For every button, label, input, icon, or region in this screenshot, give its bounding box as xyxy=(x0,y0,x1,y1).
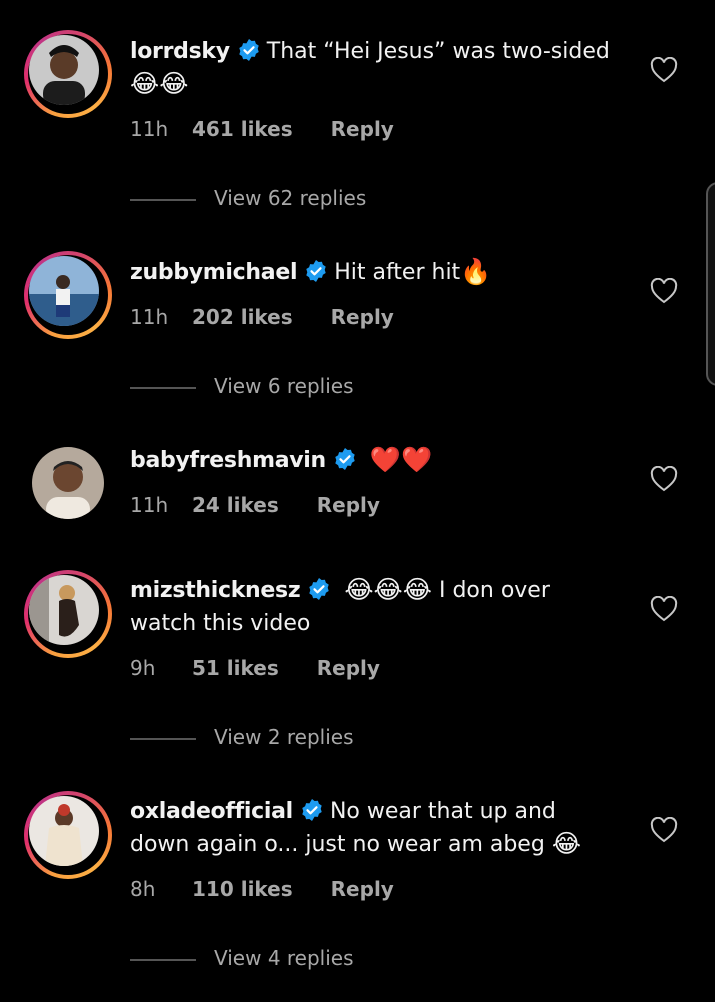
divider-line xyxy=(130,738,196,740)
like-heart-icon[interactable] xyxy=(650,596,678,622)
comment-text: mizsthicknesz 😂😂😂 I don over watch this … xyxy=(130,574,620,640)
view-replies-label[interactable]: View 4 replies xyxy=(214,946,354,970)
username[interactable]: lorrdsky xyxy=(130,39,230,64)
comment-timestamp: 11h xyxy=(130,493,169,517)
comment-text: oxladeofficial No wear that up and down a… xyxy=(130,795,620,861)
reply-button[interactable]: Reply xyxy=(317,656,380,680)
comment-text: zubbymichael Hit after hit🔥 xyxy=(130,256,620,289)
emoji: 😂😂 xyxy=(130,69,189,98)
view-replies-label[interactable]: View 62 replies xyxy=(214,186,366,210)
avatar[interactable] xyxy=(29,796,99,866)
reply-button[interactable]: Reply xyxy=(331,877,394,901)
side-panel-edge[interactable] xyxy=(706,182,715,386)
divider-line xyxy=(130,387,196,389)
avatar-story-ring[interactable] xyxy=(24,30,112,118)
comment-timestamp: 9h xyxy=(130,656,156,680)
verified-badge-icon xyxy=(300,798,324,822)
view-replies-label[interactable]: View 6 replies xyxy=(214,374,354,398)
avatar-story-ring[interactable] xyxy=(24,251,112,339)
like-count[interactable]: 110 likes xyxy=(192,877,293,901)
comment-body: Hit after hit xyxy=(334,260,461,285)
comment-text: lorrdsky That “Hei Jesus” was two-sided 😂😂 xyxy=(130,35,620,101)
like-heart-icon[interactable] xyxy=(650,466,678,492)
comment-timestamp: 11h xyxy=(130,117,169,141)
emoji: 😂😂😂 xyxy=(344,575,432,604)
username[interactable]: oxladeofficial xyxy=(130,799,293,824)
comment-body: That “Hei Jesus” was two-sided xyxy=(266,39,610,64)
reply-button[interactable]: Reply xyxy=(331,305,394,329)
like-heart-icon[interactable] xyxy=(650,278,678,304)
username[interactable]: zubbymichael xyxy=(130,260,297,285)
like-heart-icon[interactable] xyxy=(650,817,678,843)
avatar[interactable] xyxy=(29,35,99,105)
like-heart-icon[interactable] xyxy=(650,57,678,83)
divider-line xyxy=(130,959,196,961)
emoji: 🔥 xyxy=(460,257,492,286)
verified-badge-icon xyxy=(307,577,331,601)
like-count[interactable]: 461 likes xyxy=(192,117,293,141)
reply-button[interactable]: Reply xyxy=(331,117,394,141)
avatar[interactable] xyxy=(29,256,99,326)
like-count[interactable]: 202 likes xyxy=(192,305,293,329)
emoji: 😂 xyxy=(551,829,582,858)
avatar[interactable] xyxy=(29,575,99,645)
reply-button[interactable]: Reply xyxy=(317,493,380,517)
verified-badge-icon xyxy=(237,38,261,62)
avatar[interactable] xyxy=(32,447,104,519)
comment-timestamp: 11h xyxy=(130,305,169,329)
avatar-story-ring[interactable] xyxy=(24,570,112,658)
verified-badge-icon xyxy=(333,447,357,471)
comment-text: babyfreshmavin ❤️❤️ xyxy=(130,444,620,477)
emoji: ❤️❤️ xyxy=(369,445,433,474)
comment-timestamp: 8h xyxy=(130,877,156,901)
view-replies-label[interactable]: View 2 replies xyxy=(214,725,354,749)
username[interactable]: mizsthicknesz xyxy=(130,578,301,603)
like-count[interactable]: 24 likes xyxy=(192,493,279,517)
like-count[interactable]: 51 likes xyxy=(192,656,279,680)
verified-badge-icon xyxy=(304,259,328,283)
divider-line xyxy=(130,199,196,201)
username[interactable]: babyfreshmavin xyxy=(130,448,326,473)
avatar-story-ring[interactable] xyxy=(24,791,112,879)
